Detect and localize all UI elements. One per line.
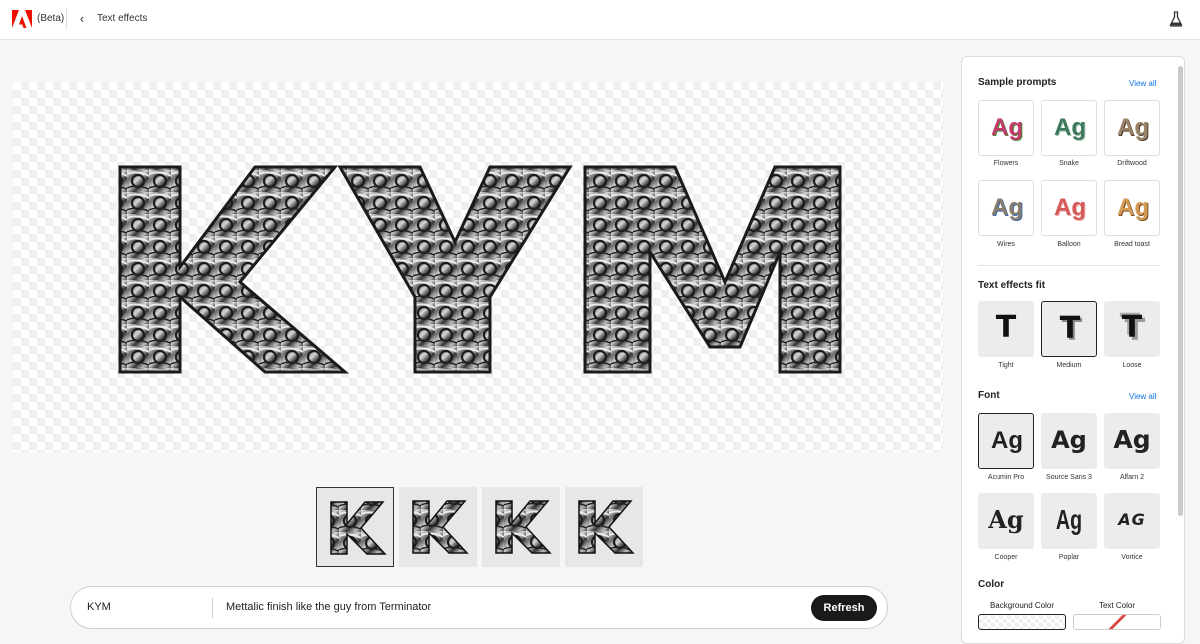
font-view-all-link[interactable]: View all xyxy=(1129,392,1156,401)
section-divider xyxy=(978,265,1160,266)
font-label: Source Sans 3 xyxy=(1046,474,1092,481)
variation-thumbnail-2[interactable] xyxy=(399,487,477,567)
sample-label: Balloon xyxy=(1057,241,1081,248)
sample-balloon[interactable]: Ag xyxy=(1041,180,1097,236)
variation-thumbnail-1[interactable] xyxy=(316,487,394,567)
sample-label: Snake xyxy=(1059,160,1079,167)
fit-tight[interactable]: T xyxy=(978,301,1034,357)
background-color-label: Background Color xyxy=(989,601,1055,610)
variation-thumbnail-3[interactable] xyxy=(482,487,560,567)
text-color-swatch[interactable] xyxy=(1073,614,1161,630)
beta-label: (Beta) xyxy=(37,13,65,24)
sample-label: Bread toast xyxy=(1114,241,1150,248)
text-color-label: Text Color xyxy=(1098,601,1135,610)
font-label: Cooper xyxy=(994,554,1018,561)
prompt-input[interactable]: Mettalic finish like the guy from Termin… xyxy=(226,601,786,613)
fit-medium[interactable]: T xyxy=(1041,301,1097,357)
back-chevron-icon[interactable]: ‹ xyxy=(74,9,90,29)
font-source-sans-3[interactable]: Ag xyxy=(1041,413,1097,469)
background-color-swatch[interactable] xyxy=(978,614,1066,630)
font-poplar[interactable]: Ag xyxy=(1041,493,1097,549)
font-title: Font xyxy=(978,390,1000,401)
sample-bread-toast[interactable]: Ag xyxy=(1104,180,1160,236)
sample-prompts-title: Sample prompts xyxy=(978,77,1057,88)
sample-label: Driftwood xyxy=(1117,160,1147,167)
text-effects-fit-title: Text effects fit xyxy=(978,280,1046,291)
fit-loose[interactable]: T xyxy=(1104,301,1160,357)
fit-label: Tight xyxy=(998,362,1014,369)
font-alfarn-2[interactable]: Ag xyxy=(1104,413,1160,469)
variation-thumbnail-4[interactable] xyxy=(565,487,643,567)
sample-label: Wires xyxy=(997,241,1015,248)
letter-y xyxy=(337,165,573,374)
font-label: Alfarn 2 xyxy=(1119,474,1145,481)
text-input[interactable]: KYM xyxy=(87,601,207,613)
flask-icon[interactable] xyxy=(1169,11,1183,27)
font-label: Poplar xyxy=(1058,554,1080,561)
letter-k xyxy=(118,165,350,374)
fit-label: Medium xyxy=(1056,362,1082,369)
color-title: Color xyxy=(978,579,1005,590)
sample-snake[interactable]: Ag xyxy=(1041,100,1097,156)
font-label: Acumin Pro xyxy=(987,474,1025,481)
refresh-button[interactable]: Refresh xyxy=(811,595,877,621)
prompt-divider xyxy=(212,598,213,618)
font-cooper[interactable]: Ag xyxy=(978,493,1034,549)
top-bar: (Beta) ‹ Text effects xyxy=(0,0,1200,40)
font-vortice[interactable]: AG xyxy=(1104,493,1160,549)
panel-scrollbar[interactable] xyxy=(1178,66,1183,626)
page-title: Text effects xyxy=(97,13,148,24)
adobe-logo-icon[interactable] xyxy=(12,10,32,28)
letter-m xyxy=(583,165,842,374)
sample-label: Flowers xyxy=(993,160,1019,167)
prompt-bar: KYM Mettalic finish like the guy from Te… xyxy=(70,586,888,629)
header-divider xyxy=(66,9,67,29)
sample-driftwood[interactable]: Ag xyxy=(1104,100,1160,156)
sample-flowers[interactable]: Ag xyxy=(978,100,1034,156)
fit-label: Loose xyxy=(1122,362,1142,369)
sample-wires[interactable]: Ag xyxy=(978,180,1034,236)
font-acumin-pro[interactable]: Ag xyxy=(978,413,1034,469)
sample-prompts-view-all-link[interactable]: View all xyxy=(1129,79,1156,88)
font-label: Vortice xyxy=(1121,554,1143,561)
kym-preview-image xyxy=(118,165,842,374)
scrollbar-thumb[interactable] xyxy=(1178,66,1183,516)
